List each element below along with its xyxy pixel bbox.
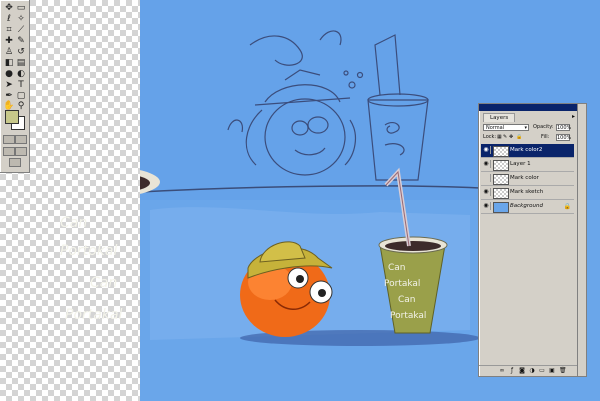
jump-to-imageready-button[interactable] [9,158,21,167]
fill-label: Fill: [541,134,550,140]
magic-wand-tool-icon[interactable]: ✧ [15,14,27,25]
eye-icon[interactable]: ◉ [482,160,491,168]
right-cup-text-3: Can [398,295,416,305]
crop-tool-icon[interactable]: ⌗ [3,25,15,36]
lock-icon: 🔒 [563,203,571,210]
chevron-down-icon: ▾ [524,125,527,131]
screen-mode-full-button[interactable] [15,147,27,156]
lock-all-icon[interactable]: 🔒 [516,134,522,141]
blur-tool-icon[interactable]: ● [3,69,15,80]
tab-layers[interactable]: Layers [483,113,516,122]
stamp-tool-icon[interactable]: ♙ [3,47,15,58]
standard-mode-button[interactable] [3,135,15,144]
history-brush-tool-icon[interactable]: ↺ [15,47,27,58]
marquee-tool-icon[interactable]: ▭ [15,3,27,14]
layer-row-mark-color[interactable]: Mark color [481,172,574,186]
blend-row: Normal ▾ Opacity: 100% [483,123,574,133]
layer-row-background[interactable]: ◉ Background 🔒 [481,200,574,214]
lock-label: Lock: [483,134,497,140]
quickmask-mode-button[interactable] [15,135,27,144]
layer-row-mark-sketch[interactable]: ◉ Mark sketch [481,186,574,200]
opacity-input[interactable]: 100% [556,124,571,131]
right-cup-text-4: Portakal [390,311,426,321]
layer-thumbnail [493,146,509,157]
brush-tool-icon[interactable]: ✎ [15,36,27,47]
new-group-icon[interactable]: ▭ [539,368,545,374]
slice-tool-icon[interactable]: ⟋ [15,25,27,36]
lock-transparency-icon[interactable]: ▦ [497,134,502,141]
layer-name: Mark sketch [510,189,544,195]
layer-name: Background [510,203,543,209]
layer-name: Mark color [510,175,539,181]
layers-panel-scrollbar[interactable] [577,103,587,377]
layer-name: Mark color2 [510,147,543,153]
screen-mode-standard-button[interactable] [3,147,15,156]
panel-menu-icon[interactable]: ▸ [572,113,575,120]
path-select-tool-icon[interactable]: ➤ [3,80,15,91]
layer-thumbnail [493,160,509,171]
right-cup-text-1: Can [388,263,406,273]
right-cup-text-2: Portakal [384,279,420,289]
move-tool-icon[interactable]: ✥ [3,3,15,14]
gradient-tool-icon[interactable]: ▤ [15,58,27,69]
fill-input[interactable]: 100% [556,134,571,141]
layer-row-mark-color2[interactable]: ◉ Mark color2 [481,144,574,158]
layer-mask-icon[interactable]: ◙ [519,368,525,374]
layer-row-layer-1[interactable]: ◉ Layer 1 [481,158,574,172]
lock-image-icon[interactable]: ✎ [503,134,507,141]
trash-icon[interactable]: 🗑 [559,368,567,374]
dodge-tool-icon[interactable]: ◐ [15,69,27,80]
opacity-label: Opacity: [533,124,554,130]
blend-mode-select[interactable]: Normal ▾ [483,124,529,131]
adjustment-layer-icon[interactable]: ◑ [529,368,535,374]
visibility-toggle[interactable] [482,174,491,182]
healing-tool-icon[interactable]: ✚ [3,36,15,47]
toolbox: ✥ ▭ ℓ ✧ ⌗ ⟋ ✚ ✎ ♙ ↺ ◧ ▤ ● ◐ ➤ T ✒ ▢ ✋ ⚲ [0,0,30,173]
layer-style-icon[interactable]: ƒ [509,368,515,374]
layer-name: Layer 1 [510,161,531,167]
lock-position-icon[interactable]: ✥ [509,134,513,141]
layers-panel-footer: ∞ ƒ ◙ ◑ ▭ ▣ 🗑 [479,365,578,376]
blend-mode-value: Normal [486,125,505,131]
lock-row: Lock: ▦ ✎ ✥ 🔒 Fill: 100% [483,133,574,143]
layer-thumbnail [493,188,509,199]
type-tool-icon[interactable]: T [15,80,27,91]
layer-thumbnail [493,174,509,185]
eye-icon[interactable]: ◉ [482,188,491,196]
eraser-tool-icon[interactable]: ◧ [3,58,15,69]
layer-thumbnail [493,202,509,213]
link-layers-icon[interactable]: ∞ [499,368,505,374]
lasso-tool-icon[interactable]: ℓ [3,14,15,25]
eye-icon[interactable]: ◉ [482,146,491,154]
foreground-color-swatch[interactable] [5,110,19,124]
layers-panel-titlebar[interactable] [479,104,578,111]
new-layer-icon[interactable]: ▣ [549,368,555,374]
eye-icon[interactable]: ◉ [482,202,491,210]
layers-panel: Layers ▸ Normal ▾ Opacity: 100% Lock: ▦ … [478,103,579,377]
